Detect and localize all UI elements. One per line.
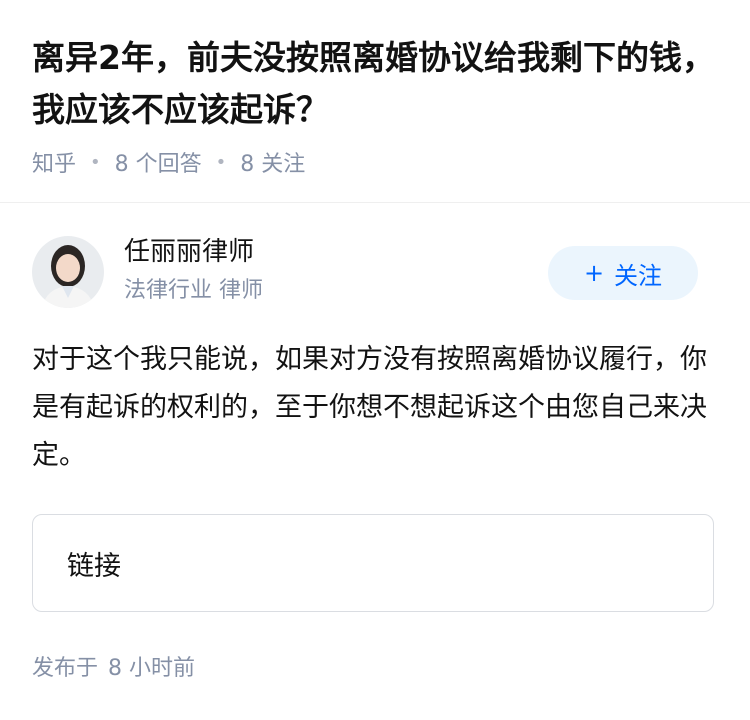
answers-count[interactable]: 8 个回答 [115, 146, 202, 178]
separator-dot-icon: • [215, 151, 227, 173]
plus-icon: + [583, 259, 605, 287]
answer-content: 对于这个我只能说，如果对方没有按照离婚协议履行，你是有起诉的权利的，至于你想不想… [32, 344, 707, 471]
author-description: 法律行业 律师 [124, 278, 263, 303]
published-info: 发布于 8 小时前 [32, 650, 195, 682]
question-header: 离异2年，前夫没按照离婚协议给我剩下的钱，我应该不应该起诉？ 知乎 • 8 个回… [32, 32, 722, 178]
avatar-portrait-icon [32, 236, 104, 308]
link-card[interactable]: 链接 [32, 514, 714, 612]
separator-dot-icon: • [90, 151, 101, 173]
author-card: 任丽丽律师 法律行业 律师 + 关注 [32, 234, 718, 312]
question-meta: 知乎 • 8 个回答 • 8 关注 [32, 146, 722, 178]
link-label: 链接 [67, 550, 121, 582]
follow-label: 关注 [614, 261, 663, 290]
author-name[interactable]: 任丽丽律师 [124, 234, 254, 270]
avatar[interactable] [32, 236, 104, 308]
question-title[interactable]: 离异2年，前夫没按照离婚协议给我剩下的钱，我应该不应该起诉？ [32, 32, 722, 136]
published-time: 8 小时前 [108, 656, 196, 681]
followers-count: 8 关注 [240, 152, 306, 177]
section-divider [0, 202, 750, 203]
follow-button[interactable]: + 关注 [548, 246, 698, 300]
published-label: 发布于 [32, 656, 99, 681]
source-label[interactable]: 知乎 [32, 146, 76, 178]
